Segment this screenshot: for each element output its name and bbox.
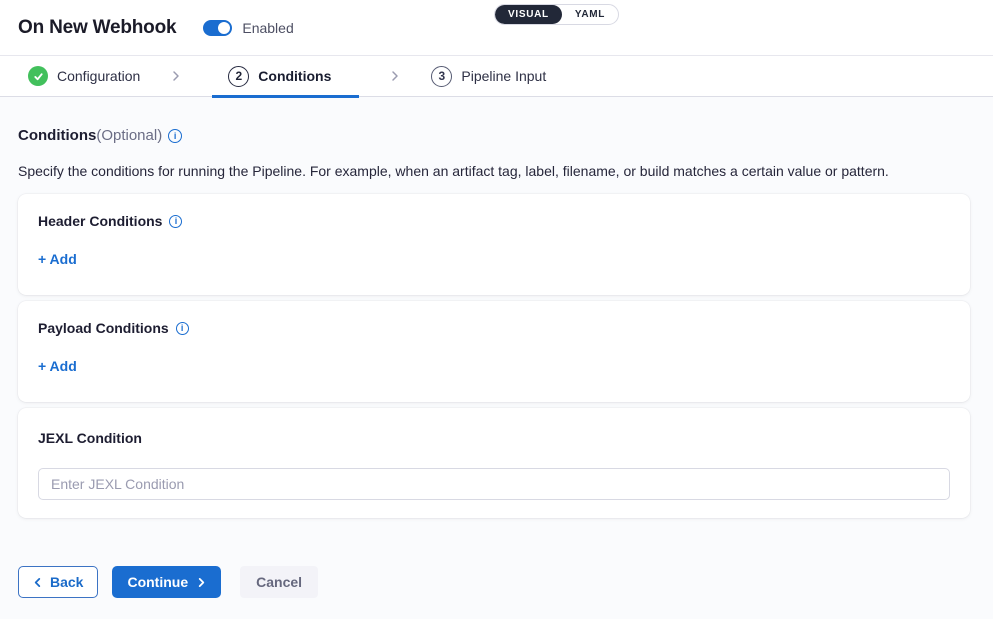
payload-conditions-title-row: Payload Conditions i (38, 320, 950, 337)
step-conditions-label: Conditions (258, 68, 331, 84)
chevron-right-icon (197, 577, 206, 588)
chevron-right-icon (170, 70, 182, 82)
step-pipeline-input[interactable]: 3 Pipeline Input (431, 66, 546, 87)
info-icon[interactable]: i (169, 215, 182, 228)
wizard-footer: Back Continue Cancel (18, 566, 993, 598)
add-header-condition-button[interactable]: + Add (38, 251, 77, 268)
jexl-condition-card: JEXL Condition (18, 408, 970, 518)
payload-conditions-title: Payload Conditions (38, 320, 169, 337)
continue-button[interactable]: Continue (112, 566, 221, 598)
add-payload-condition-button[interactable]: + Add (38, 358, 77, 375)
header-conditions-title-row: Header Conditions i (38, 213, 950, 230)
info-icon[interactable]: i (168, 129, 182, 143)
chevron-right-icon (389, 70, 401, 82)
step-configuration-label: Configuration (57, 68, 140, 84)
section-description: Specify the conditions for running the P… (0, 145, 993, 180)
section-heading: Conditions (18, 127, 96, 145)
page-title: On New Webhook (18, 17, 176, 39)
visual-yaml-switch: VISUAL YAML (494, 4, 619, 25)
step-pipeline-input-label: Pipeline Input (461, 68, 546, 84)
step-configuration[interactable]: Configuration (28, 66, 140, 86)
cancel-button-label: Cancel (256, 574, 302, 590)
webhook-wizard-page: On New Webhook Enabled VISUAL YAML Confi… (0, 0, 993, 619)
jexl-condition-input[interactable] (38, 468, 950, 500)
step-conditions[interactable]: 2 Conditions (212, 56, 359, 97)
toggle-knob (218, 22, 230, 34)
chevron-left-icon (33, 577, 42, 588)
payload-conditions-card: Payload Conditions i + Add (18, 301, 970, 402)
check-circle-icon (28, 66, 48, 86)
enabled-toggle[interactable] (203, 20, 232, 36)
visual-tab[interactable]: VISUAL (495, 5, 562, 24)
enabled-toggle-label: Enabled (242, 20, 293, 36)
back-button-label: Back (50, 574, 83, 590)
step-3-number: 3 (431, 66, 452, 87)
condition-cards: Header Conditions i + Add Payload Condit… (18, 194, 970, 518)
optional-label: (Optional) (96, 127, 162, 145)
wizard-stepper: Configuration 2 Conditions 3 Pipeline In… (0, 56, 993, 97)
conditions-panel: Conditions (Optional) i Specify the cond… (0, 97, 993, 619)
jexl-condition-title: JEXL Condition (38, 430, 950, 447)
back-button[interactable]: Back (18, 566, 98, 598)
cancel-button[interactable]: Cancel (240, 566, 318, 598)
header-conditions-title: Header Conditions (38, 213, 162, 230)
header-conditions-card: Header Conditions i + Add (18, 194, 970, 295)
yaml-tab[interactable]: YAML (562, 5, 618, 24)
continue-button-label: Continue (127, 574, 188, 590)
step-2-number: 2 (228, 66, 249, 87)
page-header: On New Webhook Enabled VISUAL YAML (0, 0, 993, 56)
info-icon[interactable]: i (176, 322, 189, 335)
section-heading-row: Conditions (Optional) i (0, 97, 993, 145)
